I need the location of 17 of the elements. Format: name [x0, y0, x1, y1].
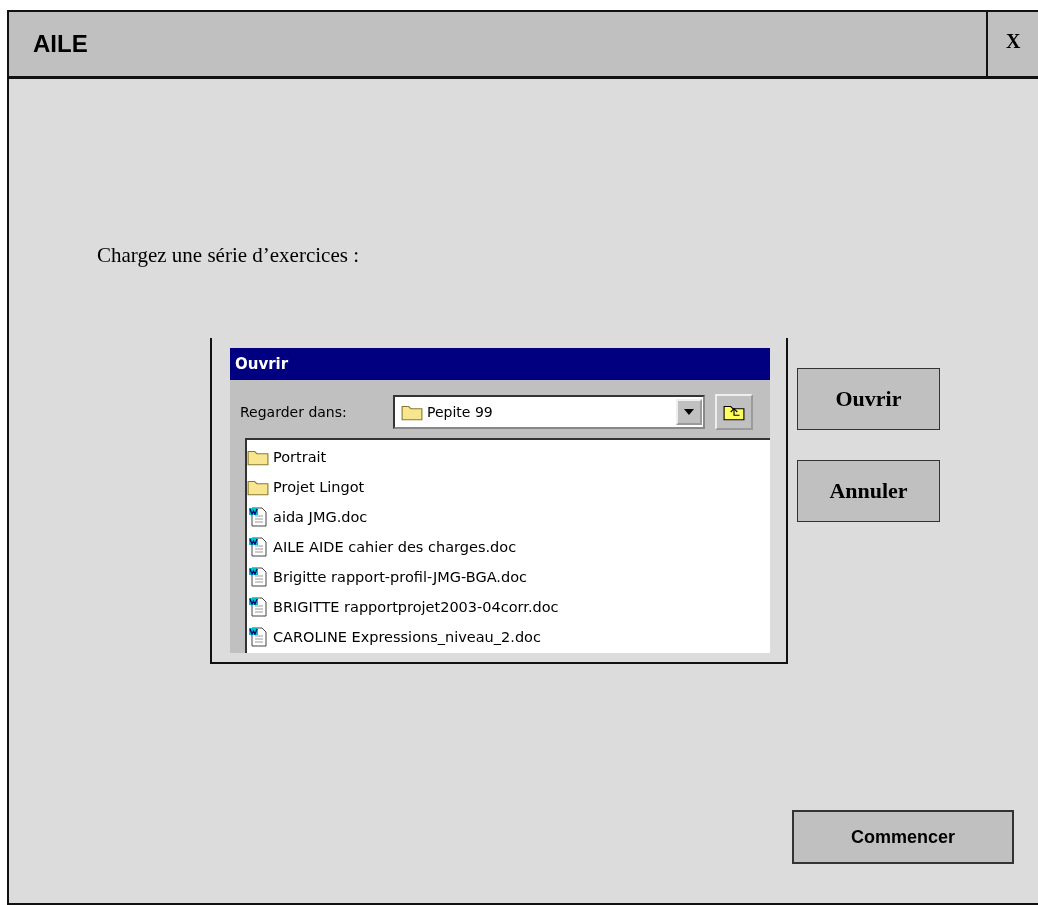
window-title: AILE [33, 30, 88, 58]
folder-up-icon [723, 403, 745, 421]
file-item[interactable]: aida JMG.doc [247, 502, 368, 532]
file-item[interactable]: AILE AIDE cahier des charges.doc [247, 532, 517, 562]
look-in-label: Regarder dans: [240, 404, 348, 420]
up-folder-button[interactable] [715, 394, 753, 430]
dialog-button[interactable]: Annuler [797, 460, 940, 522]
dialog-title-bar: Ouvrir [230, 348, 770, 380]
folder-item[interactable]: Projet Lingot [247, 472, 365, 502]
instruction-text: Chargez une série d’exercices : [97, 243, 360, 268]
file-item[interactable]: Brigitte rapport-profil-JMG-BGA.doc [247, 562, 527, 592]
look-in-dropdown[interactable]: Pepite 99 [393, 395, 705, 429]
file-item[interactable]: CAROLINE Expressions_niveau_2.doc [247, 622, 541, 652]
start-button[interactable]: Commencer [792, 810, 1014, 864]
dialog-button[interactable]: Ouvrir [797, 368, 940, 430]
file-item[interactable]: BRIGITTE rapportprojet2003-04corr.doc [247, 592, 559, 622]
folder-item[interactable]: Portrait [247, 442, 327, 472]
